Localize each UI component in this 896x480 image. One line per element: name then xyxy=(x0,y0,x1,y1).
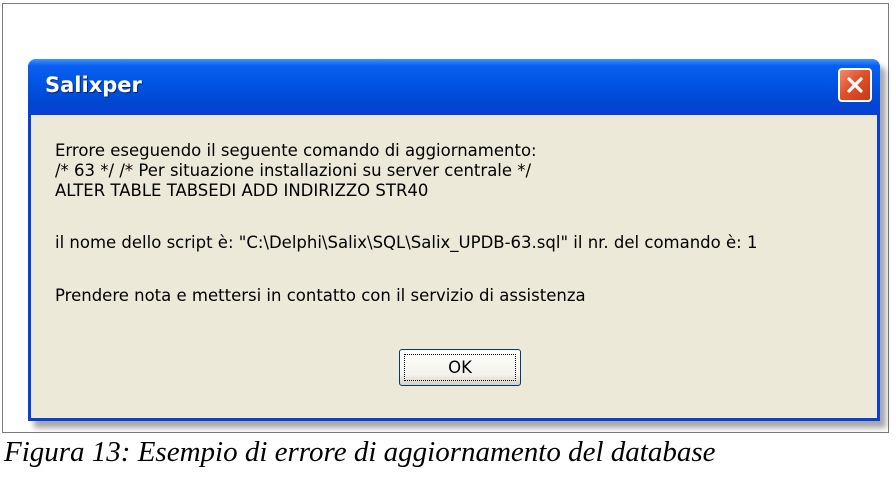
error-message-line: Errore eseguendo il seguente comando di … xyxy=(55,141,537,160)
close-icon xyxy=(847,77,863,93)
dialog-body: Errore eseguendo il seguente comando di … xyxy=(31,115,877,418)
close-button[interactable] xyxy=(838,68,872,102)
ok-button-label: OK xyxy=(404,354,516,381)
sql-command-line: ALTER TABLE TABSEDI ADD INDIRIZZO STR40 xyxy=(55,181,429,200)
sql-comment-line: /* 63 */ /* Per situazione installazioni… xyxy=(55,161,532,180)
error-dialog: Salixper Errore eseguendo il seguente co… xyxy=(28,59,880,421)
dialog-title: Salixper xyxy=(45,73,142,97)
script-info-line: il nome dello script è: "C:\Delphi\Salix… xyxy=(55,233,758,252)
assistance-line: Prendere nota e mettersi in contatto con… xyxy=(55,286,586,305)
figure-caption: Figura 13: Esempio di errore di aggiorna… xyxy=(4,436,716,468)
ok-button[interactable]: OK xyxy=(399,349,521,386)
title-bar[interactable]: Salixper xyxy=(28,59,880,115)
